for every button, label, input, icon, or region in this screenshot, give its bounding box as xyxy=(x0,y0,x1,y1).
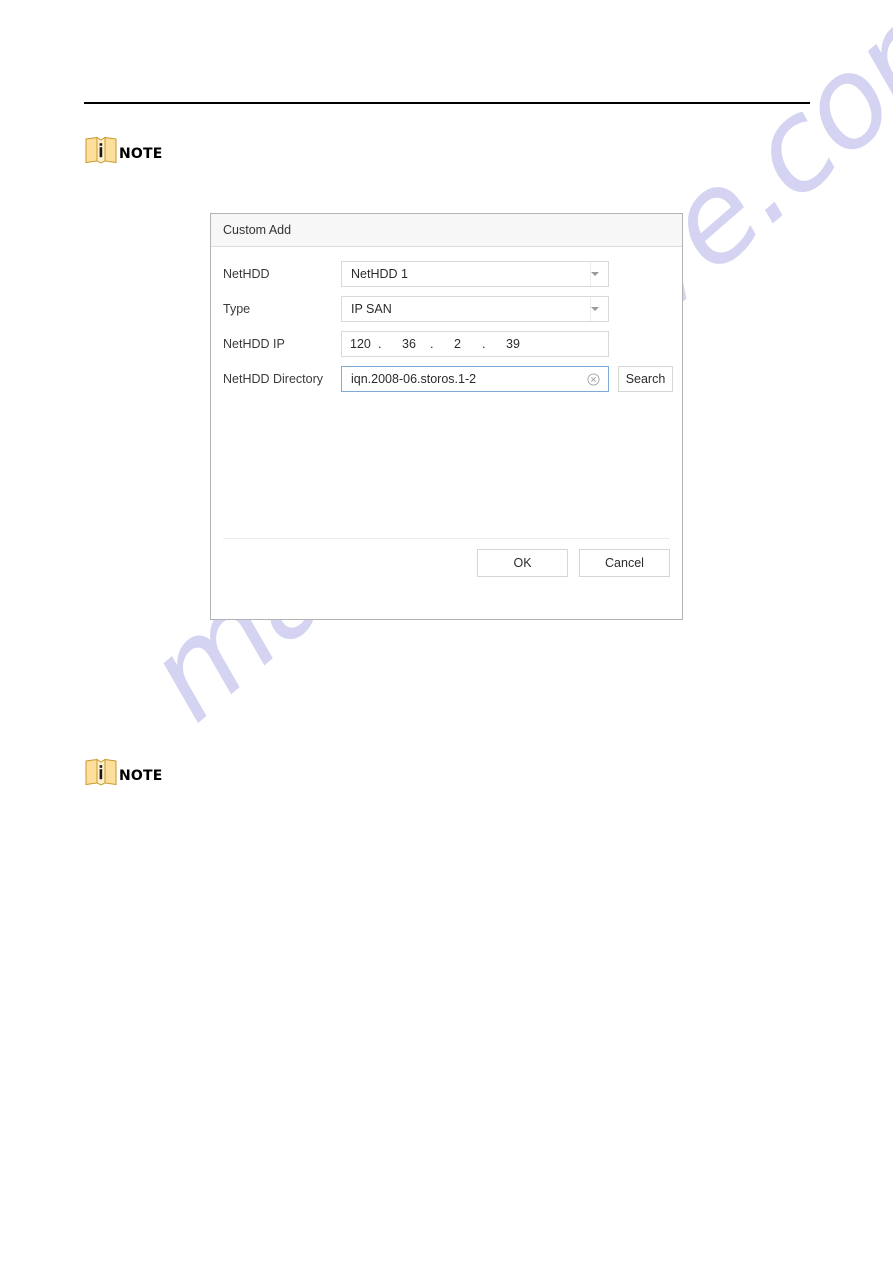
clear-circle-icon[interactable] xyxy=(587,372,600,386)
chevron-down-icon xyxy=(591,307,599,311)
ip-octet-group: 120 . 36 . 2 . 39 xyxy=(342,337,528,351)
type-label: Type xyxy=(223,302,251,316)
ip-octet-2[interactable]: 36 xyxy=(402,337,424,351)
type-selected-value: IP SAN xyxy=(351,302,392,316)
form-row-nethdd-ip: NetHDD IP 120 . 36 . 2 . 39 xyxy=(211,331,682,357)
note-block: NOTE xyxy=(84,758,163,786)
note-book-icon xyxy=(85,758,117,786)
dialog-titlebar: Custom Add xyxy=(211,214,682,247)
dialog-body: NetHDD NetHDD 1 Type IP SAN NetHDD IP 12… xyxy=(211,247,682,586)
ip-separator: . xyxy=(430,337,434,351)
nethdd-directory-label: NetHDD Directory xyxy=(223,372,324,386)
form-row-nethdd: NetHDD NetHDD 1 xyxy=(211,261,682,287)
ip-separator: . xyxy=(482,337,486,351)
search-button[interactable]: Search xyxy=(618,366,673,392)
ip-octet-1[interactable]: 120 xyxy=(350,337,372,351)
ok-button[interactable]: OK xyxy=(477,549,568,577)
nethdd-select[interactable]: NetHDD 1 xyxy=(341,261,609,287)
dialog-actions: OK Cancel xyxy=(477,549,670,577)
nethdd-label: NetHDD xyxy=(223,267,270,281)
ip-separator: . xyxy=(378,337,382,351)
note-label: NOTE xyxy=(119,768,163,784)
cancel-button[interactable]: Cancel xyxy=(579,549,670,577)
note-book-icon xyxy=(85,136,117,164)
chevron-down-icon xyxy=(591,272,599,276)
dialog-title: Custom Add xyxy=(223,223,292,237)
nethdd-ip-label: NetHDD IP xyxy=(223,337,285,351)
form-row-nethdd-directory: NetHDD Directory iqn.2008-06.storos.1-2 … xyxy=(211,366,682,392)
nethdd-selected-value: NetHDD 1 xyxy=(351,267,408,281)
note-label: NOTE xyxy=(119,146,163,162)
note-block: NOTE xyxy=(84,136,163,164)
custom-add-dialog: Custom Add NetHDD NetHDD 1 Type IP SAN N… xyxy=(210,213,683,620)
nethdd-directory-value: iqn.2008-06.storos.1-2 xyxy=(351,372,477,386)
ip-octet-3[interactable]: 2 xyxy=(454,337,476,351)
dialog-footer-divider xyxy=(223,538,670,539)
nethdd-ip-input[interactable]: 120 . 36 . 2 . 39 xyxy=(341,331,609,357)
watermark-layer: manualshive.com xyxy=(0,0,893,1263)
nethdd-directory-input[interactable]: iqn.2008-06.storos.1-2 xyxy=(341,366,609,392)
type-select[interactable]: IP SAN xyxy=(341,296,609,322)
form-row-type: Type IP SAN xyxy=(211,296,682,322)
header-rule xyxy=(84,102,810,104)
ip-octet-4[interactable]: 39 xyxy=(506,337,528,351)
